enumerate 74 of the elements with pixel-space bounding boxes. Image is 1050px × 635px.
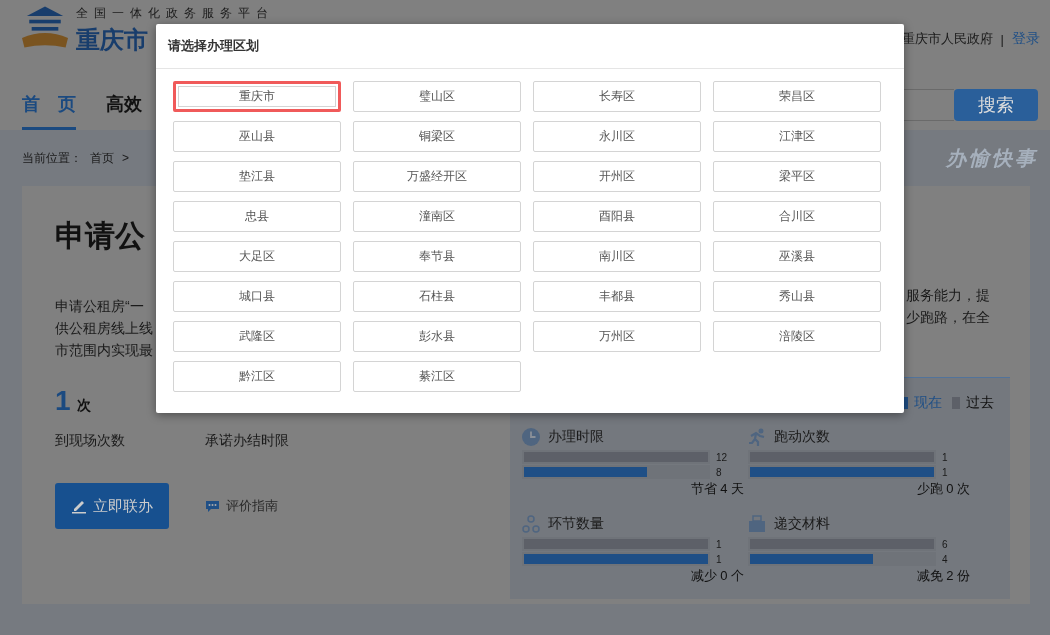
legend-label: 过去 <box>966 394 994 412</box>
search-button[interactable]: 搜索 <box>954 89 1038 121</box>
link-separator: | <box>1000 31 1004 47</box>
region-option[interactable]: 奉节县 <box>353 241 521 272</box>
metric-summary: 节省 4 天 <box>689 480 744 498</box>
apply-button[interactable]: 立即联办 <box>55 483 169 529</box>
pencil-icon <box>71 498 87 514</box>
stat-unit: 次 <box>76 397 91 415</box>
metric-title: 环节数量 <box>548 515 604 533</box>
region-option[interactable]: 武隆区 <box>173 321 341 352</box>
service-title: 申请公 <box>55 218 145 254</box>
bar-value: 8 <box>716 466 722 478</box>
bar-value: 1 <box>716 538 722 550</box>
region-option[interactable]: 酉阳县 <box>533 201 701 232</box>
clock-icon <box>522 428 540 446</box>
region-option[interactable]: 长寿区 <box>533 81 701 112</box>
region-option[interactable]: 大足区 <box>173 241 341 272</box>
nav-tab[interactable]: 高效 <box>106 80 142 130</box>
region-option[interactable]: 永川区 <box>533 121 701 152</box>
bar-value: 1 <box>716 553 722 565</box>
review-guide-link[interactable]: 评价指南 <box>205 497 278 515</box>
logo-icon <box>22 6 68 48</box>
region-option[interactable]: 秀山县 <box>713 281 881 312</box>
region-option[interactable]: 荣昌区 <box>713 81 881 112</box>
breadcrumb-label: 当前位置： <box>22 149 82 167</box>
briefcase-icon <box>748 515 766 533</box>
dialog-title: 请选择办理区划 <box>156 24 904 69</box>
metric-summary: 减免 2 份 <box>915 567 970 585</box>
region-option[interactable]: 丰都县 <box>533 281 701 312</box>
stat-value: 1 <box>55 385 71 417</box>
service-description: 申请公租房“一 供公租房线上线 市范围内实现最 <box>55 297 153 360</box>
region-option[interactable]: 合川区 <box>713 201 881 232</box>
region-option[interactable]: 江津区 <box>713 121 881 152</box>
running-person-icon <box>748 428 766 446</box>
region-option[interactable]: 开州区 <box>533 161 701 192</box>
region-option[interactable]: 铜梁区 <box>353 121 521 152</box>
region-option[interactable]: 梁平区 <box>713 161 881 192</box>
bar-value: 12 <box>716 451 728 463</box>
bar-value: 1 <box>942 451 948 463</box>
bar-value: 6 <box>942 538 948 550</box>
stat-label: 承诺办结时限 <box>205 431 289 449</box>
region-option[interactable]: 璧山区 <box>353 81 521 112</box>
nodes-icon <box>522 515 540 533</box>
breadcrumb-item[interactable]: 首页 <box>90 149 114 167</box>
site-title: 重庆市 <box>76 26 148 54</box>
region-option[interactable]: 万州区 <box>533 321 701 352</box>
region-option[interactable]: 垫江县 <box>173 161 341 192</box>
metric-title: 跑动次数 <box>774 428 830 446</box>
metric-summary: 少跑 0 次 <box>915 480 970 498</box>
region-option[interactable]: 巫山县 <box>173 121 341 152</box>
region-option[interactable]: 彭水县 <box>353 321 521 352</box>
region-option[interactable]: 綦江区 <box>353 361 521 392</box>
region-option[interactable]: 涪陵区 <box>713 321 881 352</box>
chat-bubble-icon <box>205 499 220 513</box>
bar-value: 4 <box>942 553 948 565</box>
region-option[interactable]: 重庆市 <box>173 81 341 112</box>
platform-tagline: 全国一体化政务服务平台 <box>76 6 274 20</box>
breadcrumb-item: > <box>122 151 129 165</box>
stat-label: 到现场次数 <box>55 431 125 449</box>
slogan-text: 办愉快事 <box>946 145 1038 171</box>
bar-value: 1 <box>942 466 948 478</box>
region-option[interactable]: 巫溪县 <box>713 241 881 272</box>
metric-title: 递交材料 <box>774 515 830 533</box>
region-option[interactable]: 南川区 <box>533 241 701 272</box>
region-option[interactable]: 潼南区 <box>353 201 521 232</box>
legend-label: 现在 <box>914 394 942 412</box>
metric-summary: 减少 0 个 <box>689 567 744 585</box>
metric-title: 办理时限 <box>548 428 604 446</box>
service-description: 服务能力，提 少跑路，在全 <box>906 286 990 327</box>
region-option[interactable]: 万盛经开区 <box>353 161 521 192</box>
region-option[interactable]: 石柱县 <box>353 281 521 312</box>
region-option[interactable]: 黔江区 <box>173 361 341 392</box>
region-option[interactable]: 城口县 <box>173 281 341 312</box>
region-option[interactable]: 忠县 <box>173 201 341 232</box>
